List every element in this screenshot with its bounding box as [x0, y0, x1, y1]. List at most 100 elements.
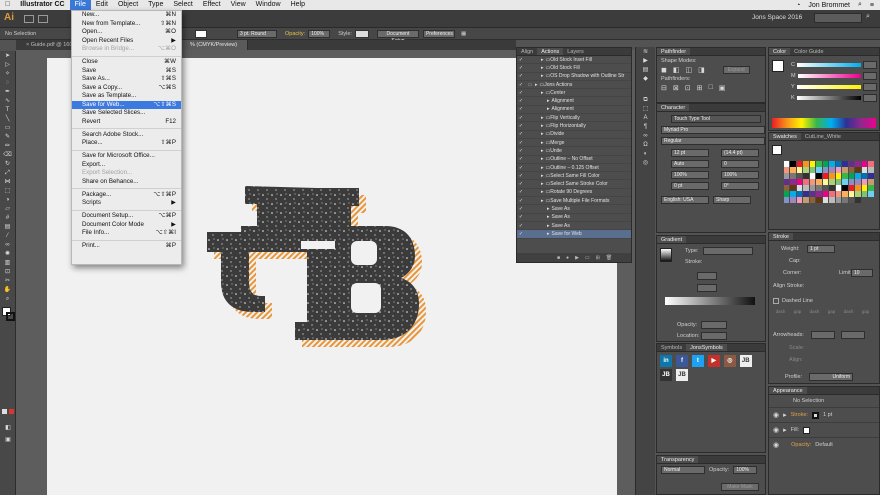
search-icon[interactable]: ⌕ [866, 13, 870, 21]
stroke-weight-field[interactable]: 1 pt [807, 245, 835, 253]
stroke-row-label[interactable]: Stroke: [791, 412, 808, 418]
file-menu-item[interactable]: Document Setup... ⌥⌘P [72, 212, 181, 221]
tab-gradient[interactable]: Gradient [657, 236, 687, 243]
rotate-tool-icon[interactable]: ↻ [2, 161, 14, 168]
tab-align[interactable]: Align [517, 48, 537, 55]
menu-view[interactable]: View [226, 0, 251, 10]
font-style-field[interactable]: Regular [661, 137, 765, 145]
disclosure-triangle-icon[interactable]: ▸ [541, 173, 544, 179]
file-menu-item[interactable]: Save As... ⇧⌘S [72, 75, 181, 84]
disclosure-triangle-icon[interactable]: ▸ [541, 57, 544, 63]
menu-effect[interactable]: Effect [198, 0, 226, 10]
disclosure-triangle-icon[interactable]: ▸ [541, 131, 544, 137]
file-menu-item[interactable]: Scripts ▶ [72, 199, 181, 208]
color-swatch[interactable] [816, 167, 822, 173]
color-swatch[interactable] [829, 197, 835, 203]
transparency-opacity-field[interactable]: 100% [733, 466, 758, 474]
tab-swatches[interactable]: Swatches [769, 133, 801, 140]
align-icon[interactable]: ▤ [640, 67, 652, 74]
toggle-item-checkmark-icon[interactable]: ✓ [517, 198, 525, 204]
color-swatch[interactable] [848, 197, 854, 203]
dash-3-field[interactable]: dash [841, 309, 856, 314]
action-row[interactable]: ✓ ▸ ▭ Save Multiple File Formats [517, 197, 631, 206]
color-swatch[interactable] [809, 173, 815, 179]
disclosure-triangle-icon[interactable]: ▸ [547, 231, 550, 237]
symbol-sprayer-tool-icon[interactable]: ✺ [2, 251, 14, 258]
color-swatch[interactable] [796, 161, 802, 167]
tab-active-document[interactable]: % (CMYK/Preview) [180, 40, 249, 50]
color-swatch[interactable] [790, 191, 796, 197]
zoom-tool-icon[interactable]: ⌕ [2, 296, 14, 303]
color-swatch[interactable] [868, 173, 874, 179]
opacity-label[interactable]: Opacity: [285, 31, 305, 37]
gradient-preview[interactable] [660, 248, 672, 262]
tab-appearance[interactable]: Appearance [769, 387, 807, 394]
menu-object[interactable]: Object [113, 0, 143, 10]
color-swatch[interactable] [848, 161, 854, 167]
monogram-dark-symbol-icon[interactable]: JB [660, 369, 672, 381]
pen-tool-icon[interactable]: ✒ [2, 89, 14, 96]
toggle-item-checkmark-icon[interactable]: ✓ [517, 65, 525, 71]
touch-type-button[interactable]: Touch Type Tool [671, 115, 761, 123]
appearance-opacity-row[interactable]: ◉ Opacity: Default [769, 438, 879, 452]
color-swatch[interactable] [803, 191, 809, 197]
color-swatch[interactable] [829, 191, 835, 197]
color-swatch[interactable] [848, 173, 854, 179]
dashed-line-checkbox[interactable] [773, 298, 779, 304]
expand-button[interactable]: Expand [722, 66, 750, 74]
color-swatch[interactable] [783, 167, 789, 173]
glyphs-icon[interactable]: Ω [640, 142, 652, 149]
color-swatch[interactable] [816, 179, 822, 185]
slice-tool-icon[interactable]: ✂ [2, 278, 14, 285]
shape-builder-tool-icon[interactable]: ◑ [2, 197, 14, 204]
horizontal-scale-field[interactable]: 100% [721, 171, 759, 179]
tab-actions[interactable]: Actions [537, 48, 564, 55]
stroke-swatch[interactable] [6, 312, 15, 321]
color-swatch[interactable] [783, 185, 789, 191]
toggle-item-checkmark-icon[interactable]: ✓ [517, 156, 525, 162]
appearance-fill-row[interactable]: ◉ ▸ Fill: [769, 423, 879, 438]
color-swatch[interactable] [855, 179, 861, 185]
play-icon[interactable]: ▶ [640, 58, 652, 65]
language-field[interactable]: English: USA [661, 196, 709, 204]
color-swatch[interactable] [822, 191, 828, 197]
links-icon[interactable]: ∞ [640, 133, 652, 140]
rectangle-tool-icon[interactable]: ▭ [2, 125, 14, 132]
width-tool-icon[interactable]: ⋈ [2, 179, 14, 186]
instagram-symbol-icon[interactable]: ◎ [723, 355, 736, 367]
opacity-row-label[interactable]: Opacity: [791, 442, 811, 448]
gradient-slider[interactable] [665, 297, 755, 305]
color-swatch[interactable] [796, 185, 802, 191]
none-mode-icon[interactable] [9, 409, 14, 414]
disclosure-triangle-icon[interactable]: ▸ [541, 65, 544, 71]
action-row[interactable]: ✓ ▸ ▭ Outline – No Offset [517, 156, 631, 164]
file-menu-item[interactable]: Save Selected Slices... [72, 109, 181, 118]
record-icon[interactable]: ● [566, 255, 569, 261]
blend-mode-select[interactable]: Normal [661, 466, 705, 474]
color-swatch[interactable] [809, 161, 815, 167]
disclosure-triangle-icon[interactable]: ▸ [541, 198, 544, 204]
new-set-icon[interactable]: ▭ [585, 255, 590, 261]
document-setup-button[interactable]: Document Setup [376, 29, 419, 44]
disclosure-triangle-icon[interactable]: ▸ [541, 123, 544, 129]
color-swatch[interactable] [816, 197, 822, 203]
style-swatch[interactable] [354, 29, 369, 38]
list-icon[interactable]: ≡ [870, 2, 874, 9]
action-row[interactable]: ✓ ▸ Save As [517, 205, 631, 214]
start-arrowhead-select[interactable] [811, 331, 835, 339]
apple-icon[interactable]:  [0, 0, 15, 10]
anti-aliasing-field[interactable]: Sharp [713, 196, 751, 204]
appearance-stroke-row[interactable]: ◉ ▸ Stroke: 1 pt [769, 408, 879, 423]
magic-wand-tool-icon[interactable]: ✧ [2, 71, 14, 78]
action-row[interactable]: ✓ ▭ ▸ ▭ Jons Actions [517, 81, 631, 90]
action-row[interactable]: ✓ ▸ ▭ Unite [517, 147, 631, 156]
magenta-slider[interactable] [797, 74, 861, 78]
tracking-field[interactable]: 0 [721, 160, 759, 168]
color-swatch[interactable] [855, 197, 861, 203]
artboard-tool-icon[interactable]: ⊡ [2, 269, 14, 276]
file-menu-item[interactable]: New... ⌘N [72, 11, 181, 20]
gap-3-field[interactable]: gap [858, 309, 873, 314]
close-icon[interactable]: × [26, 42, 29, 48]
color-swatch[interactable] [796, 191, 802, 197]
color-swatch[interactable] [835, 173, 841, 179]
